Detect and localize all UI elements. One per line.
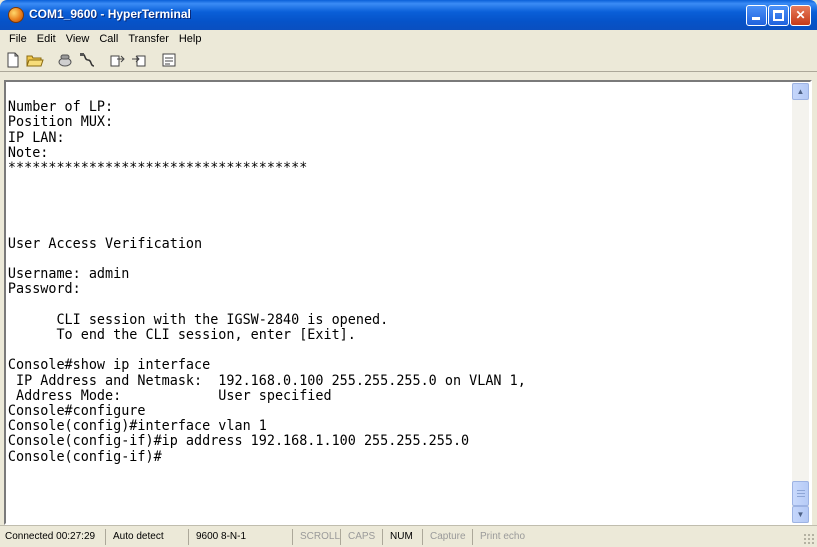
terminal-line: User Access Verification (7, 235, 203, 252)
terminal-line: Console#configure (7, 402, 146, 419)
menu-file[interactable]: File (4, 33, 32, 45)
status-detect: Auto detect (110, 529, 189, 545)
terminal-line: IP LAN: (7, 129, 65, 146)
minimize-button[interactable] (746, 5, 767, 26)
title-bar[interactable]: COM1_9600 - HyperTerminal ✕ (0, 0, 817, 30)
vertical-scrollbar[interactable]: ▲ ▼ (792, 83, 809, 523)
receive-icon[interactable] (130, 51, 148, 69)
send-icon[interactable] (108, 51, 126, 69)
terminal-line: Console(config-if)# (7, 448, 162, 465)
menu-view[interactable]: View (61, 33, 95, 45)
menu-help[interactable]: Help (174, 33, 207, 45)
status-print-echo: Print echo (480, 531, 526, 542)
terminal-line: Console(config)#interface vlan 1 (7, 418, 267, 435)
terminal-line: Number of LP: (7, 99, 114, 116)
terminal-line: Console#show ip interface (7, 357, 211, 374)
new-icon[interactable] (4, 51, 22, 69)
terminal-line: Note: (7, 144, 49, 161)
terminal-line: To end the CLI session, enter [Exit]. (7, 327, 356, 343)
properties-cable-icon[interactable] (78, 51, 96, 69)
terminal-line: Console(config-if)#ip address 192.168.1.… (7, 433, 470, 450)
terminal-line: Position MUX: (7, 114, 114, 131)
status-connected: Connected 00:27:29 (2, 529, 106, 545)
open-icon[interactable] (26, 51, 44, 69)
terminal-line: IP Address and Netmask: 192.168.0.100 25… (7, 372, 526, 389)
terminal-line: ************************************* (7, 159, 308, 176)
close-icon: ✕ (795, 8, 806, 22)
status-caps: CAPS (345, 529, 383, 545)
resize-grip[interactable] (803, 533, 815, 545)
menu-call[interactable]: Call (94, 33, 123, 45)
menu-edit[interactable]: Edit (32, 33, 61, 45)
disconnect-phone-icon[interactable] (56, 51, 74, 69)
scroll-thumb[interactable] (792, 481, 809, 506)
status-port-settings: 9600 8-N-1 (193, 529, 293, 545)
menu-bar: File Edit View Call Transfer Help (0, 30, 817, 48)
terminal-output: Number of LP: Position MUX: IP LAN: Note: **… (6, 83, 760, 465)
terminal-line: Username: admin (7, 266, 130, 283)
terminal-line: Address Mode: User specified (7, 387, 332, 404)
close-button[interactable]: ✕ (790, 5, 811, 26)
scroll-down-button[interactable]: ▼ (792, 506, 809, 523)
menu-transfer[interactable]: Transfer (123, 33, 174, 45)
terminal-line: CLI session with the IGSW-2840 is opened… (7, 311, 389, 328)
maximize-icon (773, 10, 784, 21)
terminal-screen[interactable]: Number of LP: Position MUX: IP LAN: Note: **… (6, 83, 791, 523)
status-scroll: SCROLL (297, 529, 341, 545)
terminal-line: Password: (7, 281, 81, 298)
status-num: NUM (387, 529, 423, 545)
window-title: COM1_9600 - HyperTerminal (29, 7, 191, 21)
status-capture: Capture (427, 529, 473, 545)
toolbar (0, 48, 817, 72)
minimize-icon (752, 17, 760, 20)
maximize-button[interactable] (768, 5, 789, 26)
settings-icon[interactable] (160, 51, 178, 69)
status-bar: Connected 00:27:29 Auto detect 9600 8-N-… (0, 525, 817, 547)
scroll-up-button[interactable]: ▲ (792, 83, 809, 100)
hyperterminal-app-icon[interactable] (8, 7, 24, 23)
